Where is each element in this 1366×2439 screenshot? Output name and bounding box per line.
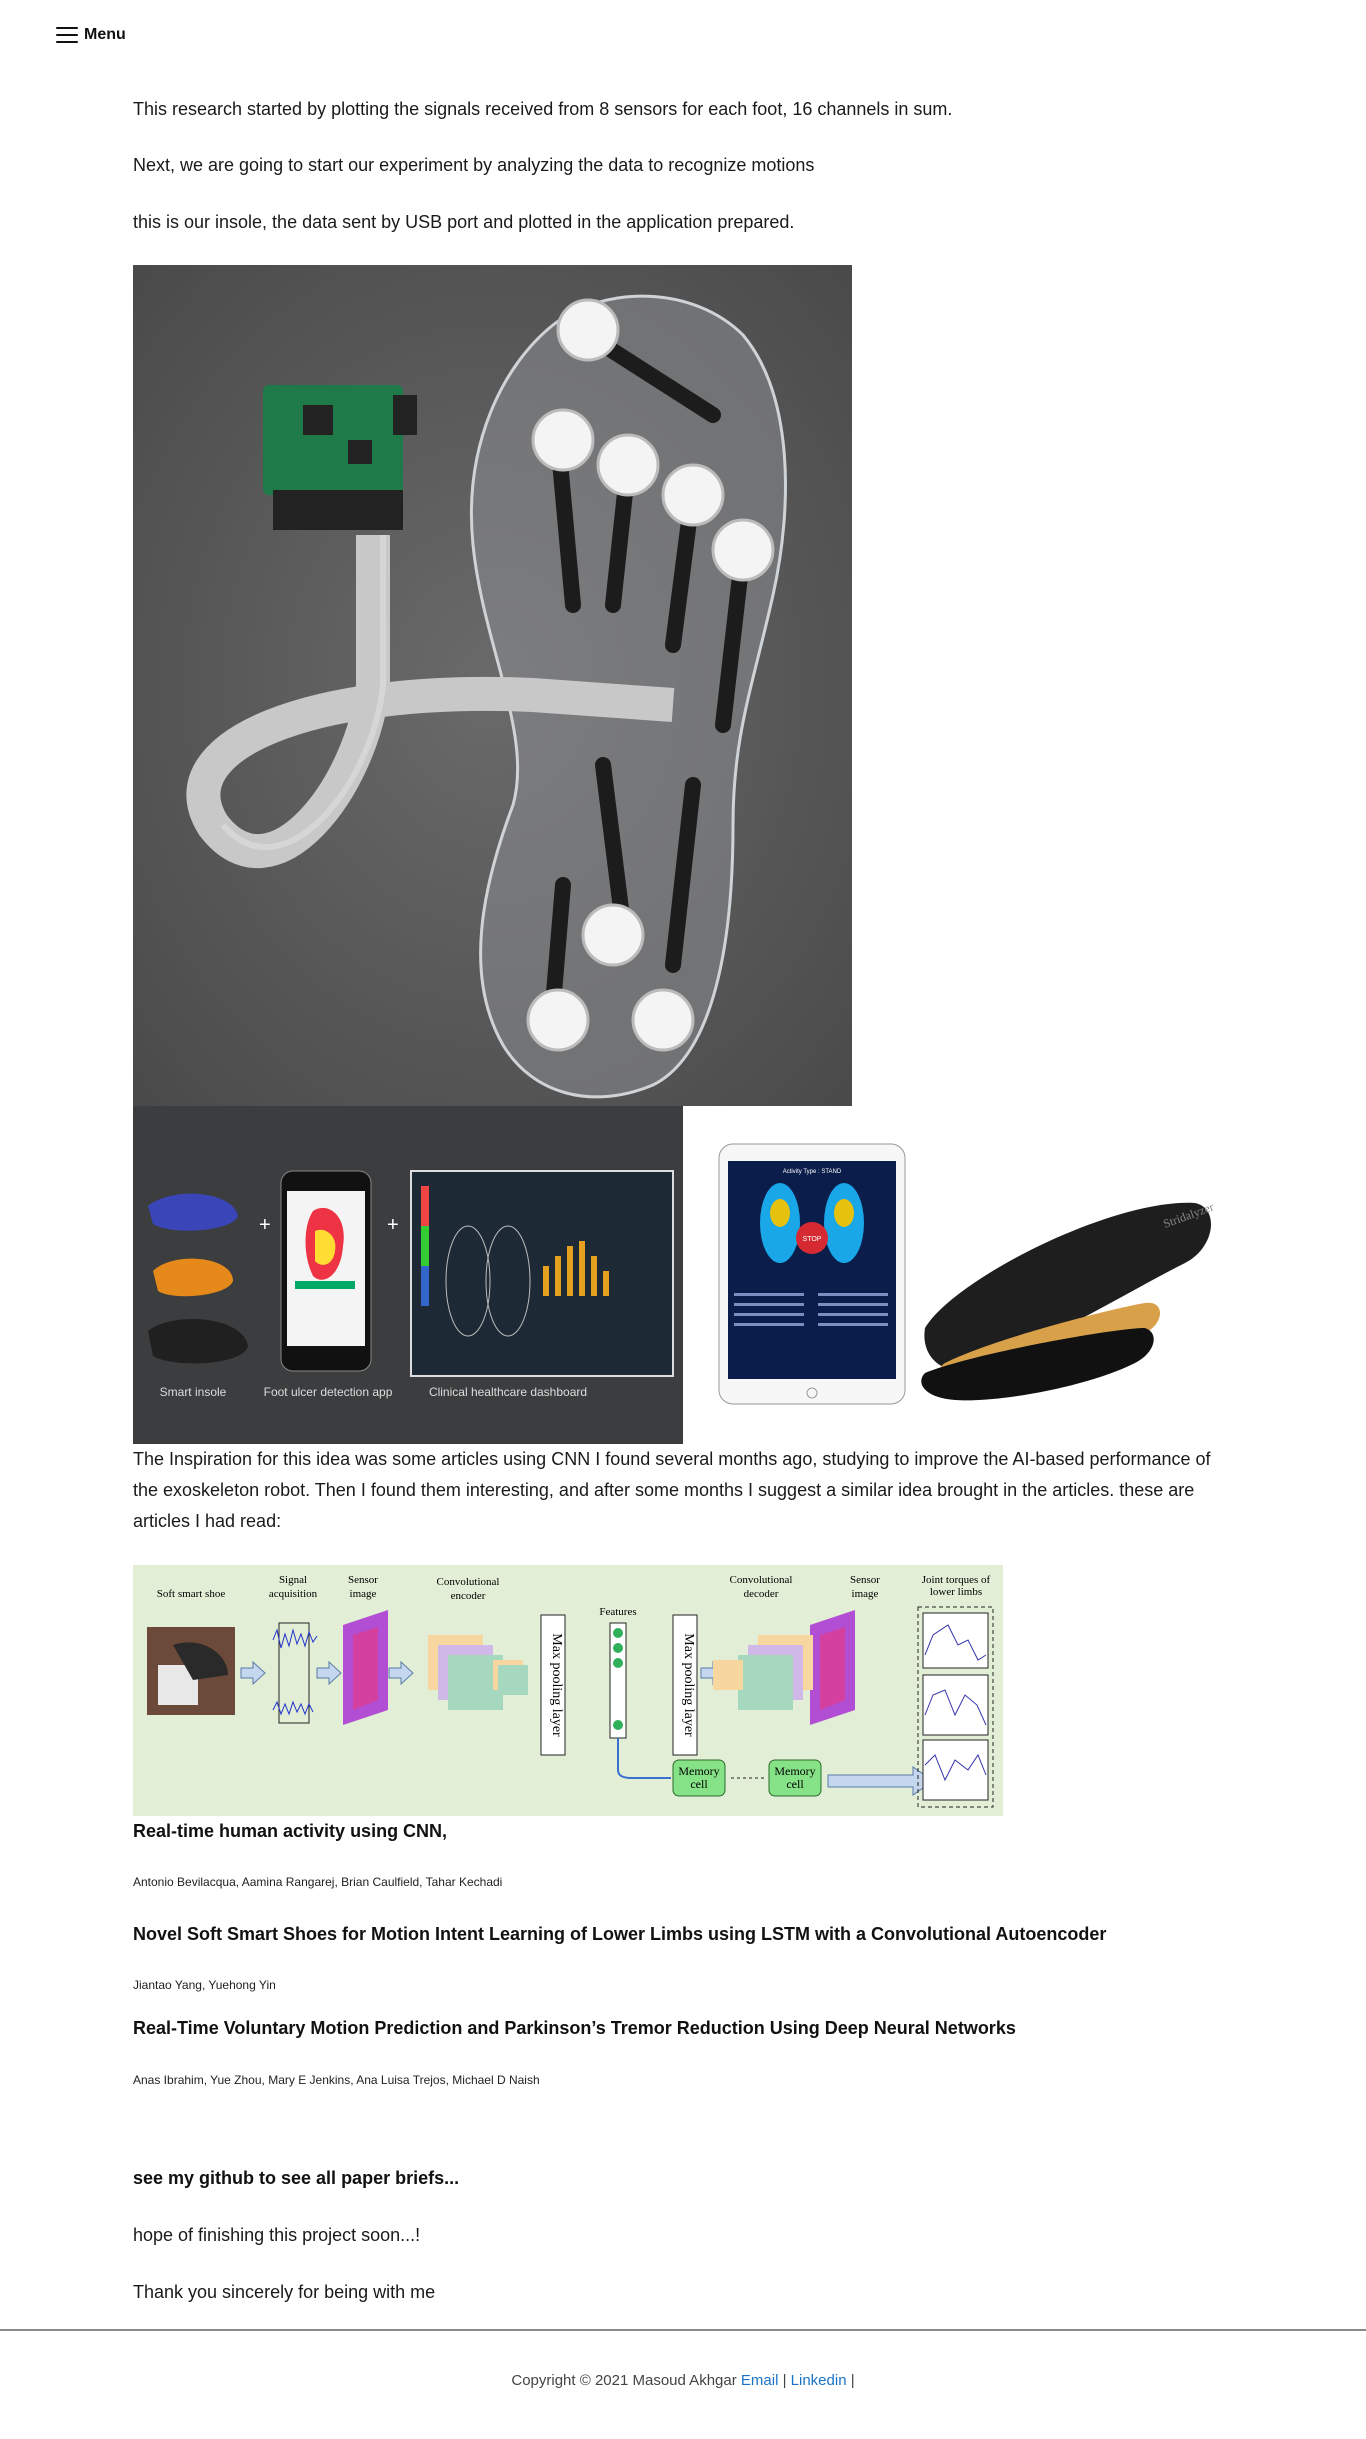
reference-3-title: Real-Time Voluntary Motion Prediction an… <box>133 2018 1016 2038</box>
tablet-stop: STOP <box>803 1236 822 1243</box>
footer: Copyright © 2021 Masoud Akhgar Email | L… <box>0 2372 1366 2389</box>
svg-text:+: + <box>387 1214 399 1236</box>
label-memory-3: Memory <box>774 1764 815 1778</box>
reference-1-authors: Antonio Bevilacqua, Aamina Rangarej, Bri… <box>133 1875 503 1889</box>
footer-divider <box>0 2329 1366 2331</box>
hope-note: hope of finishing this project soon...! <box>133 2225 421 2245</box>
inspiration-paragraph: The Inspiration for this idea was some a… <box>133 1449 1211 1531</box>
footer-separator-1: | <box>782 2372 787 2389</box>
reference-1-title: Real-time human activity using CNN, <box>133 1821 448 1841</box>
reference-3-authors: Anas Ibrahim, Yue Zhou, Mary E Jenkins, … <box>133 2073 540 2087</box>
email-link[interactable]: Email <box>741 2372 779 2389</box>
tablet-image: Activity Type : STAND STOP <box>718 1143 906 1405</box>
reference-2-title: Novel Soft Smart Shoes for Motion Intent… <box>133 1924 1107 1944</box>
menu-button[interactable]: Menu <box>56 26 126 44</box>
label-max-pool-1: Max pooling layer <box>549 1633 564 1737</box>
intro-paragraph-3: this is our insole, the data sent by USB… <box>133 212 795 232</box>
thanks-note: Thank you sincerely for being with me <box>133 2282 436 2302</box>
intro-paragraph-1: This research started by plotting the si… <box>133 99 953 119</box>
label-soft-shoe: Soft smart shoe <box>157 1588 226 1600</box>
label-conv-encoder-1: Convolutional <box>437 1576 500 1588</box>
label-sensor-image-2: image <box>350 1588 377 1600</box>
label-torques-1: Joint torques of <box>922 1574 991 1586</box>
label-sensor-image2-2: image <box>852 1588 879 1600</box>
collage-captions: Smart insole Foot ulcer detection app Cl… <box>160 1385 587 1399</box>
tablet-title: Activity Type : STAND <box>783 1169 842 1175</box>
label-conv-decoder-2: decoder <box>744 1588 779 1600</box>
hamburger-icon <box>56 27 78 43</box>
label-sensor-image-1: Sensor <box>348 1574 378 1586</box>
label-signal-acq-1: Signal <box>279 1574 307 1586</box>
linkedin-link[interactable]: Linkedin <box>791 2372 847 2389</box>
label-sensor-image2-1: Sensor <box>850 1574 880 1586</box>
caption-foot-ulcer-app: Foot ulcer detection app <box>264 1385 393 1399</box>
label-signal-acq-2: acquisition <box>269 1588 318 1600</box>
smart-insole-collage: + + Smart insole Foot ulcer detection ap… <box>133 1106 683 1444</box>
copyright-text: Copyright © 2021 Masoud Akhgar <box>511 2372 737 2389</box>
insole-photo <box>133 265 852 1106</box>
menu-label: Menu <box>84 26 126 43</box>
svg-text:+: + <box>259 1214 271 1236</box>
label-max-pool-2: Max pooling layer <box>681 1633 696 1737</box>
caption-dashboard: Clinical healthcare dashboard <box>429 1385 587 1399</box>
stridalyzer-insole-image: Stridalyzer <box>921 1200 1216 1401</box>
reference-2-authors: Jiantao Yang, Yuehong Yin <box>133 1978 276 1992</box>
label-torques-2: lower limbs <box>930 1586 982 1598</box>
label-memory-1: Memory <box>678 1764 719 1778</box>
label-memory-2: cell <box>690 1777 708 1791</box>
label-features: Features <box>599 1606 636 1618</box>
network-diagram: Soft smart shoe Signal acquisition Senso… <box>133 1565 1003 1816</box>
label-conv-encoder-2: encoder <box>451 1590 486 1602</box>
github-note: see my github to see all paper briefs... <box>133 2168 460 2188</box>
intro-paragraph-2: Next, we are going to start our experime… <box>133 155 815 175</box>
footer-separator-2: | <box>850 2372 855 2389</box>
label-conv-decoder-1: Convolutional <box>730 1574 793 1586</box>
caption-smart-insole: Smart insole <box>160 1385 227 1399</box>
label-memory-4: cell <box>786 1777 804 1791</box>
